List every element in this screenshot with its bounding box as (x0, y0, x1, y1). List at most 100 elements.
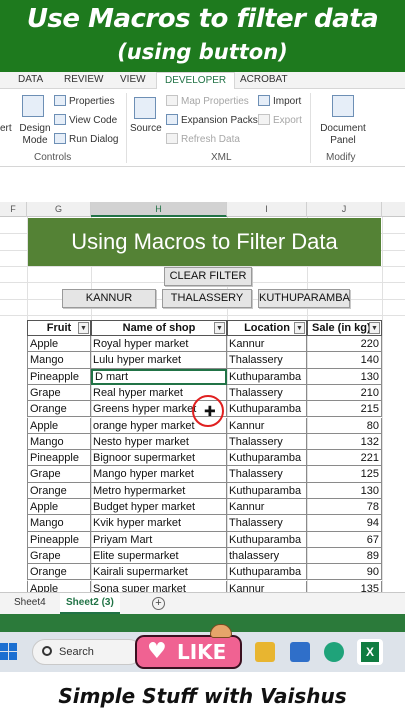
cell-sale[interactable]: 78 (307, 499, 382, 516)
kannur-filter-button[interactable]: KANNUR (62, 289, 156, 308)
cell-sale[interactable]: 132 (307, 433, 382, 451)
cell-sale[interactable]: 130 (307, 482, 382, 499)
cell-sale[interactable]: 94 (307, 515, 382, 532)
cell-location[interactable]: Kuthuparamba (227, 450, 307, 467)
cell-sale[interactable]: 89 (307, 547, 382, 565)
cell-fruit[interactable]: Mango (27, 352, 91, 369)
cell-shop[interactable]: Elite supermarket (91, 547, 227, 565)
cell-sale[interactable]: 90 (307, 564, 382, 581)
document-panel-button[interactable]: Document Panel (318, 123, 368, 147)
cell-location[interactable]: Kannur (227, 499, 307, 516)
filter-dropdown-icon[interactable]: ▼ (369, 322, 380, 334)
video-banner: Use Macros to filter data (using button) (0, 0, 405, 72)
column-header-j[interactable]: J (307, 202, 382, 217)
cell-location[interactable]: Thalassery (227, 433, 307, 451)
cell-sale[interactable]: 215 (307, 401, 382, 418)
cell-location[interactable]: Kuthuparamba (227, 531, 307, 548)
expansion-packs-button[interactable]: Expansion Packs (166, 114, 258, 126)
add-sheet-icon[interactable]: + (152, 597, 165, 610)
cell-sale[interactable]: 80 (307, 417, 382, 434)
design-mode-button[interactable]: Design Mode (19, 123, 51, 147)
cell-location[interactable]: Kuthuparamba (227, 482, 307, 499)
filter-dropdown-icon[interactable]: ▼ (78, 322, 89, 334)
cell-shop[interactable]: Priyam Mart (91, 531, 227, 548)
header-fruit[interactable]: Fruit ▼ (27, 320, 91, 336)
cell-fruit[interactable]: Pineapple (27, 450, 91, 467)
cell-sale[interactable]: 130 (307, 368, 382, 385)
view-code-button[interactable]: View Code (54, 114, 117, 126)
run-dialog-button[interactable]: Run Dialog (54, 133, 118, 145)
sheet-tab-sheet4[interactable]: Sheet4 (8, 593, 52, 614)
tab-developer[interactable]: DEVELOPER (156, 72, 236, 90)
taskbar-search-box[interactable]: Search (32, 639, 142, 665)
insert-control-button[interactable]: ert (0, 123, 12, 134)
cell-fruit[interactable]: Apple (27, 336, 91, 353)
cell-fruit[interactable]: Mango (27, 433, 91, 451)
cell-shop[interactable]: Nesto hyper market (91, 433, 227, 451)
cell-fruit[interactable]: Apple (27, 417, 91, 434)
cell-shop[interactable]: Budget hyper market (91, 499, 227, 516)
cell-fruit[interactable]: Mango (27, 515, 91, 532)
filter-dropdown-icon[interactable]: ▼ (214, 322, 225, 334)
cell-sale[interactable]: 140 (307, 352, 382, 369)
clear-filter-button[interactable]: CLEAR FILTER (164, 267, 252, 286)
cell-location[interactable]: Thalassery (227, 515, 307, 532)
cell-location[interactable]: Thalassery (227, 384, 307, 402)
cell-fruit[interactable]: Orange (27, 482, 91, 499)
filter-dropdown-icon[interactable]: ▼ (294, 322, 305, 334)
column-header-g[interactable]: G (27, 202, 91, 217)
header-sale[interactable]: Sale (in kg) ▼ (307, 320, 382, 336)
tab-data[interactable]: DATA (18, 74, 43, 85)
cell-fruit[interactable]: Pineapple (27, 368, 91, 385)
cell-fruit[interactable]: Orange (27, 401, 91, 418)
cell-fruit[interactable]: Grape (27, 547, 91, 565)
cell-shop[interactable]: Mango hyper market (91, 466, 227, 483)
cell-sale[interactable]: 125 (307, 466, 382, 483)
cell-fruit[interactable]: Pineapple (27, 531, 91, 548)
cell-location[interactable]: Kuthuparamba (227, 564, 307, 581)
cell-shop[interactable]: Kvik hyper market (91, 515, 227, 532)
refresh-data-icon (166, 133, 178, 144)
column-header-f[interactable]: F (0, 202, 27, 217)
cell-shop[interactable]: Lulu hyper market (91, 352, 227, 369)
cell-sale[interactable]: 67 (307, 531, 382, 548)
tab-acrobat[interactable]: ACROBAT (240, 74, 288, 85)
cell-shop[interactable]: D mart (91, 368, 227, 385)
edge-browser-icon[interactable] (324, 642, 344, 662)
sheet-tab-sheet2-3[interactable]: Sheet2 (3) (60, 593, 120, 614)
header-name-of-shop[interactable]: Name of shop ▼ (91, 320, 227, 336)
cell-sale[interactable]: 221 (307, 450, 382, 467)
cell-fruit[interactable]: Grape (27, 384, 91, 402)
cell-location[interactable]: Kannur (227, 336, 307, 353)
properties-button[interactable]: Properties (54, 95, 115, 107)
cell-location[interactable]: Thalassery (227, 352, 307, 369)
store-icon[interactable] (290, 642, 310, 662)
cell-fruit[interactable]: Orange (27, 564, 91, 581)
cell-sale[interactable]: 210 (307, 384, 382, 402)
column-header-i[interactable]: I (227, 202, 307, 217)
header-location[interactable]: Location ▼ (227, 320, 307, 336)
cell-location[interactable]: thalassery (227, 547, 307, 565)
file-explorer-icon[interactable] (255, 642, 275, 662)
kuthuparamba-filter-button[interactable]: KUTHUPARAMBA (258, 289, 350, 308)
thalassery-filter-button[interactable]: THALASSERY (162, 289, 252, 308)
cell-shop[interactable]: Metro hypermarket (91, 482, 227, 499)
cell-shop[interactable]: Royal hyper market (91, 336, 227, 353)
windows-start-icon[interactable] (0, 643, 18, 661)
cell-shop[interactable]: Bignoor supermarket (91, 450, 227, 467)
xml-group-label: XML (211, 152, 232, 163)
cell-location[interactable]: Kuthuparamba (227, 401, 307, 418)
cell-location[interactable]: Kannur (227, 417, 307, 434)
tab-review[interactable]: REVIEW (64, 74, 103, 85)
cell-shop[interactable]: Kairali supermarket (91, 564, 227, 581)
cell-location[interactable]: Thalassery (227, 466, 307, 483)
column-header-h[interactable]: H (91, 202, 227, 217)
excel-taskbar-icon[interactable]: X (357, 639, 383, 665)
tab-view[interactable]: VIEW (120, 74, 146, 85)
cell-sale[interactable]: 220 (307, 336, 382, 353)
source-button[interactable]: Source (130, 123, 162, 134)
cell-fruit[interactable]: Apple (27, 499, 91, 516)
import-button[interactable]: Import (258, 95, 301, 107)
cell-location[interactable]: Kuthuparamba (227, 368, 307, 385)
cell-fruit[interactable]: Grape (27, 466, 91, 483)
